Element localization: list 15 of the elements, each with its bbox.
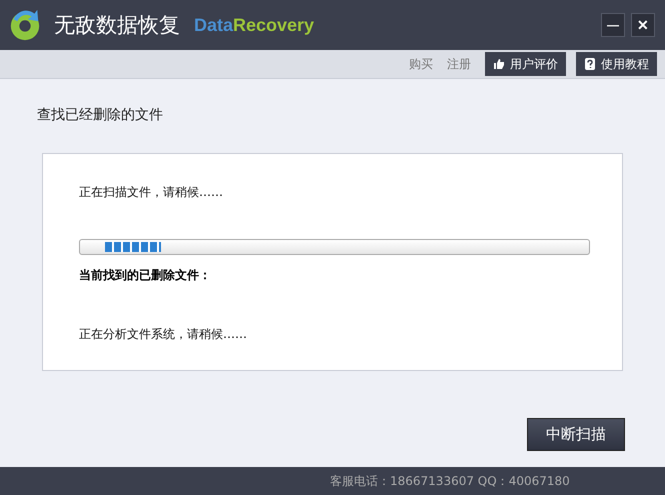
window-title: 无敌数据恢复 bbox=[54, 12, 180, 39]
close-button[interactable]: ✕ bbox=[631, 13, 655, 37]
support-contact: 客服电话：18667133607 QQ：40067180 bbox=[330, 472, 570, 490]
minimize-button[interactable]: — bbox=[601, 13, 625, 37]
section-heading: 查找已经删除的文件 bbox=[37, 106, 164, 124]
app-logo-icon bbox=[8, 8, 42, 42]
scan-status: 正在扫描文件，请稍候…… bbox=[79, 184, 224, 201]
analysis-status: 正在分析文件系统，请稍候…… bbox=[79, 326, 248, 343]
found-files-label: 当前找到的已删除文件： bbox=[79, 267, 212, 284]
tutorial-button[interactable]: 使用教程 bbox=[576, 52, 657, 76]
thumbs-up-icon bbox=[493, 58, 505, 70]
stop-scan-button[interactable]: 中断扫描 bbox=[527, 418, 625, 451]
user-review-button[interactable]: 用户评价 bbox=[485, 52, 566, 76]
brand-name: DataRecovery bbox=[194, 14, 314, 36]
help-icon bbox=[584, 58, 596, 70]
